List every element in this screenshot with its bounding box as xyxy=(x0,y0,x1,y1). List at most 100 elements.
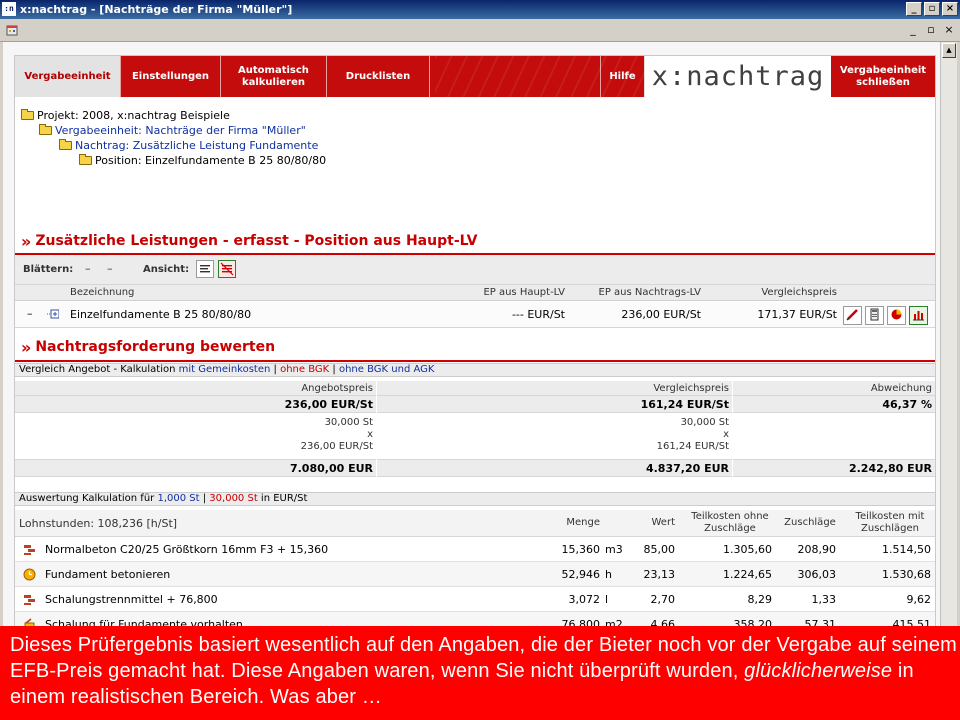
material-icon xyxy=(24,545,35,555)
client-area: ▲ Vergabeeinheit Einstellungen Automatis… xyxy=(0,42,960,720)
pie-chart-icon xyxy=(891,309,902,320)
table-row[interactable]: Fundament betonieren 52,946 h 23,13 1.224,65… xyxy=(15,562,935,587)
position-bezeichnung: Einzelfundamente B 25 80/80/80 xyxy=(70,308,252,321)
vergleichspreis-header: Vergleichspreis xyxy=(377,381,732,396)
previous-button[interactable]: – xyxy=(85,262,91,275)
app-icon: :n xyxy=(2,2,16,16)
positions-header: Bezeichnung EP aus Haupt-LV EP aus Nacht… xyxy=(15,285,935,301)
pie-chart-button[interactable] xyxy=(887,306,906,325)
vergleichspreis-calculation: 30,000 St x 161,24 EUR/St xyxy=(377,413,732,460)
position-ep-haupt: --- EUR/St xyxy=(511,308,565,321)
calc-table-header: Lohnstunden: 108,236 [h/St] Menge Wert T… xyxy=(15,510,935,537)
row-zuschlaege: 306,03 xyxy=(797,568,837,581)
maximize-button[interactable]: ▫ xyxy=(924,2,940,16)
brand-text: x:nachtrag xyxy=(651,61,825,92)
row-teilkosten-ohne: 1.305,60 xyxy=(723,543,772,556)
position-vergleichspreis: 171,37 EUR/St xyxy=(757,308,837,321)
section-title: Nachtragsforderung bewerten xyxy=(35,339,276,355)
angebotspreis-total: 7.080,00 EUR xyxy=(15,460,376,477)
section-divider xyxy=(15,360,935,362)
option-mit-gemeinkosten[interactable]: mit Gemeinkosten xyxy=(179,364,271,376)
tab-einstellungen[interactable]: Einstellungen xyxy=(121,56,221,97)
abweichung-value: 46,37 % xyxy=(733,396,935,413)
next-button[interactable]: – xyxy=(107,262,113,275)
mdi-restore-button[interactable]: ▫ xyxy=(924,23,938,37)
separator: | xyxy=(273,364,277,375)
folder-open-icon xyxy=(59,138,72,150)
list-view-button[interactable] xyxy=(196,260,214,278)
abweichung-total: 2.242,80 EUR xyxy=(733,460,935,477)
calc-table-body: Normalbeton C20/25 Größtkorn 16mm F3 + 1… xyxy=(15,537,935,662)
double-chevron-icon: » xyxy=(21,231,31,251)
section-title: Zusätzliche Leistungen - erfasst - Posit… xyxy=(35,233,478,249)
tab-automatisch-kalkulieren[interactable]: Automatisch kalkulieren xyxy=(221,56,327,97)
material-icon xyxy=(24,595,35,605)
col-wert: Wert xyxy=(651,517,676,528)
tab-vergabeeinheit[interactable]: Vergabeeinheit xyxy=(15,56,121,97)
row-menge: 52,946 xyxy=(561,568,601,581)
tree-item-projekt[interactable]: Projekt: 2008, x:nachtrag Beispiele xyxy=(21,108,230,122)
clock-icon xyxy=(23,568,36,581)
vertical-scrollbar[interactable]: ▲ xyxy=(940,42,957,662)
tree-label[interactable]: Nachtrag: Zusätzliche Leistung Fundament… xyxy=(75,139,318,152)
mdi-close-button[interactable]: × xyxy=(942,23,956,37)
detail-view-button[interactable] xyxy=(218,260,236,278)
window-titlebar[interactable]: :n x:nachtrag - [Nachträge der Firma "Mü… xyxy=(0,0,960,19)
tree-item-vergabeeinheit[interactable]: Vergabeeinheit: Nachträge der Firma "Mül… xyxy=(39,123,306,137)
document-icon[interactable] xyxy=(6,24,18,36)
tree-item-nachtrag[interactable]: Nachtrag: Zusätzliche Leistung Fundament… xyxy=(59,138,318,152)
row-name: Normalbeton C20/25 Größtkorn 16mm F3 + 1… xyxy=(45,543,329,556)
caption-emphasis: glücklicherweise xyxy=(744,660,893,682)
row-zuschlaege: 1,33 xyxy=(811,593,837,606)
row-wert: 85,00 xyxy=(643,543,676,556)
calculator-icon xyxy=(870,308,879,321)
row-name: Schalungstrennmittel + 76,800 xyxy=(45,593,218,606)
close-vergabeeinheit-button[interactable]: Vergabeeinheit schließen xyxy=(831,56,935,97)
position-row[interactable]: – Einzelfundamente B 25 80/80/80 --- EUR… xyxy=(15,302,935,328)
angebotspreis-header: Angebotspreis xyxy=(15,381,376,396)
row-teilkosten-mit: 9,62 xyxy=(906,593,932,606)
unit-label: in EUR/St xyxy=(260,493,308,504)
lohnstunden-label: Lohnstunden: 108,236 [h/St] xyxy=(19,517,178,530)
tree-expand-icon[interactable] xyxy=(47,309,59,320)
close-button[interactable]: × xyxy=(942,2,958,16)
option-30-stueck[interactable]: 30,000 St xyxy=(209,493,257,505)
caption-banner: Dieses Prüfergebnis basiert wesentlich a… xyxy=(0,626,960,720)
row-teilkosten-ohne: 1.224,65 xyxy=(723,568,772,581)
separator: | xyxy=(202,493,207,504)
row-unit: h xyxy=(605,568,612,581)
option-ohne-bgk-und-agk[interactable]: ohne BGK und AGK xyxy=(339,364,434,376)
angebotspreis-value: 236,00 EUR/St xyxy=(15,396,376,413)
tree-label[interactable]: Vergabeeinheit: Nachträge der Firma "Mül… xyxy=(55,124,306,137)
tree-item-position[interactable]: Position: Einzelfundamente B 25 80/80/80 xyxy=(79,153,326,167)
row-wert: 23,13 xyxy=(643,568,676,581)
table-row[interactable]: Normalbeton C20/25 Größtkorn 16mm F3 + 1… xyxy=(15,537,935,562)
edit-button[interactable] xyxy=(843,306,862,325)
col-ep-haupt: EP aus Haupt-LV xyxy=(483,287,565,298)
col-zuschlaege: Zuschläge xyxy=(784,517,836,528)
mdi-bar: _ ▫ × xyxy=(0,19,960,42)
row-name: Fundament betonieren xyxy=(45,568,171,581)
folder-open-icon xyxy=(21,108,34,120)
table-row[interactable]: Schalungstrennmittel + 76,800 3,072 l 2,70 8… xyxy=(15,587,935,612)
tab-drucklisten[interactable]: Drucklisten xyxy=(327,56,430,97)
folder-open-icon xyxy=(79,153,92,165)
comparison-mode-bar: Vergleich Angebot - Kalkulation mit Geme… xyxy=(15,363,935,377)
row-teilkosten-mit: 1.530,68 xyxy=(882,568,931,581)
option-ohne-bgk[interactable]: ohne BGK xyxy=(280,364,329,376)
section-heading-zusaetzliche-leistungen: » Zusätzliche Leistungen - erfasst - Pos… xyxy=(21,231,477,251)
minimize-button[interactable]: _ xyxy=(906,2,922,16)
abweichung-header: Abweichung xyxy=(733,381,935,396)
row-unit: l xyxy=(605,593,609,606)
bar-chart-button[interactable] xyxy=(909,306,928,325)
tab-hilfe[interactable]: Hilfe xyxy=(600,56,644,97)
mdi-minimize-button[interactable]: _ xyxy=(906,23,920,37)
option-1-stueck[interactable]: 1,000 St xyxy=(157,493,199,505)
collapse-toggle[interactable]: – xyxy=(27,307,33,320)
auswertung-bar: Auswertung Kalkulation für 1,000 St | 30… xyxy=(15,492,935,506)
calculator-button[interactable] xyxy=(865,306,884,325)
tree-label: Position: Einzelfundamente B 25 80/80/80 xyxy=(95,153,327,167)
scroll-up-arrow-icon[interactable]: ▲ xyxy=(942,43,956,58)
abweichung-calculation xyxy=(733,413,935,460)
pencil-icon xyxy=(846,309,858,321)
